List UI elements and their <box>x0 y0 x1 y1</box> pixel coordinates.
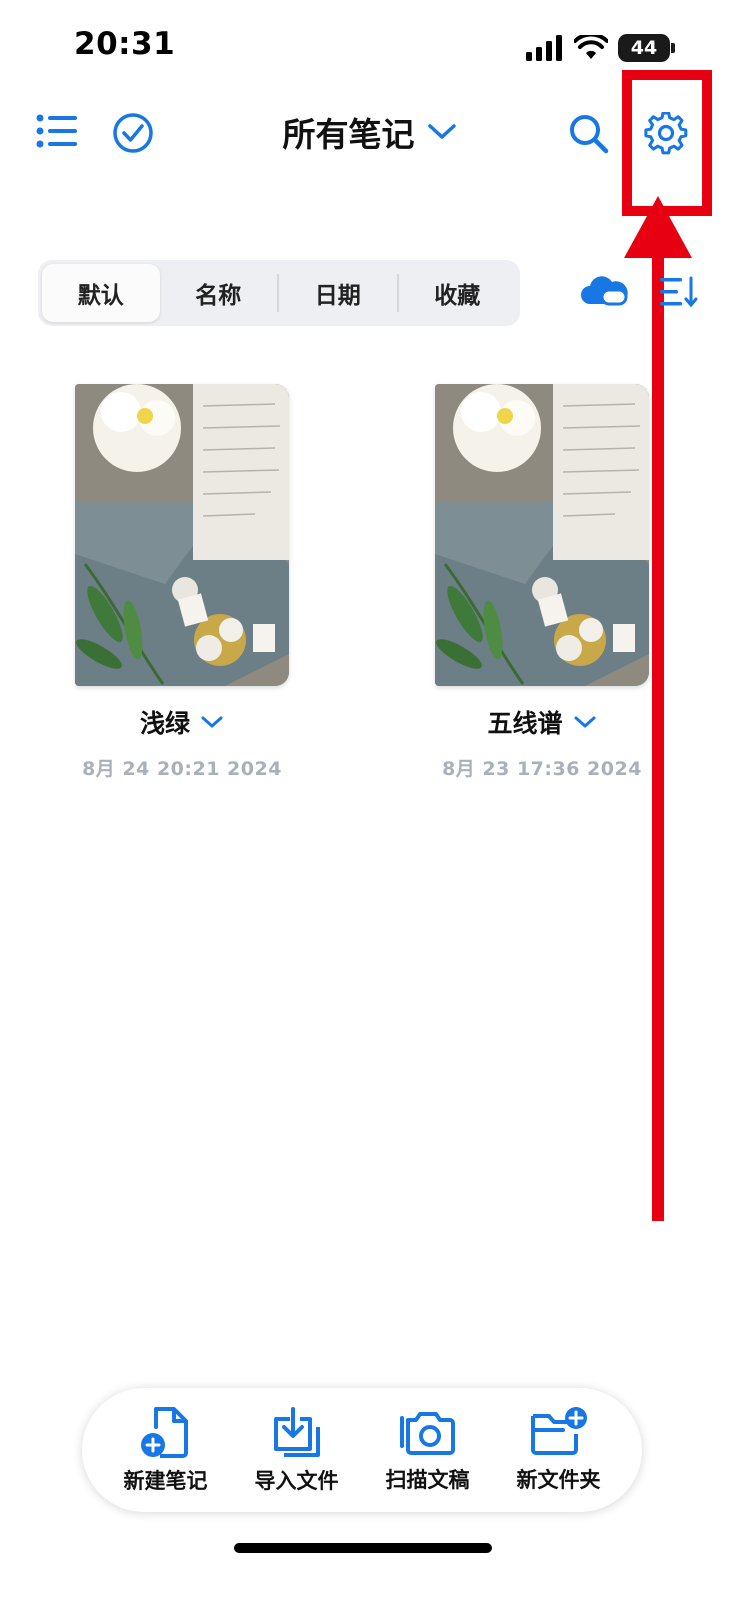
cloud-sync-icon[interactable] <box>580 274 628 308</box>
note-cover-image <box>75 384 289 686</box>
chevron-down-icon[interactable] <box>573 714 597 730</box>
annotation-arrow-head <box>624 196 692 258</box>
note-thumbnail[interactable] <box>75 384 289 686</box>
status-time: 20:31 <box>74 26 176 62</box>
battery-indicator: 44 <box>618 34 670 62</box>
scan-document-button[interactable]: 扫描文稿 <box>368 1406 488 1494</box>
page-title: 所有笔记 <box>282 115 415 154</box>
chevron-down-icon[interactable] <box>200 714 224 730</box>
note-card[interactable]: 五线谱 8月 23 17:36 2024 <box>417 384 667 781</box>
note-date: 8月 24 20:21 2024 <box>82 758 282 780</box>
bottom-toolbar: 新建笔记 导入文件 扫描文稿 新文件夹 <box>82 1388 642 1512</box>
note-date: 8月 23 17:36 2024 <box>442 758 642 780</box>
note-title: 浅绿 <box>139 709 190 738</box>
search-icon[interactable] <box>568 113 610 155</box>
camera-scan-icon <box>399 1412 455 1455</box>
signal-icon <box>526 35 562 61</box>
sort-order-icon[interactable] <box>660 276 700 308</box>
new-note-label: 新建笔记 <box>123 1469 208 1493</box>
note-title-row[interactable]: 五线谱 <box>417 704 667 740</box>
status-icons: 44 <box>526 34 675 62</box>
import-file-label: 导入文件 <box>254 1469 339 1493</box>
new-folder-button[interactable]: 新文件夹 <box>499 1406 619 1494</box>
home-indicator <box>234 1543 492 1553</box>
note-thumbnail[interactable] <box>435 384 649 686</box>
chevron-down-icon <box>427 124 456 139</box>
note-cover-image <box>435 384 649 686</box>
sort-tab-default[interactable]: 默认 <box>42 264 160 322</box>
sort-segmented-control: 默认 名称 日期 收藏 <box>38 260 520 326</box>
sort-tab-name[interactable]: 名称 <box>160 264 278 322</box>
new-folder-label: 新文件夹 <box>516 1468 601 1492</box>
note-title: 五线谱 <box>487 709 563 738</box>
scan-document-label: 扫描文稿 <box>385 1468 470 1492</box>
battery-nub <box>671 43 675 53</box>
annotation-highlight-box <box>622 70 712 216</box>
import-file-button[interactable]: 导入文件 <box>237 1405 357 1495</box>
import-icon <box>273 1407 320 1457</box>
new-note-icon <box>140 1407 188 1458</box>
note-card[interactable]: 浅绿 8月 24 20:21 2024 <box>57 384 307 781</box>
new-folder-icon <box>530 1407 587 1455</box>
wifi-icon <box>574 35 608 59</box>
sort-tab-favorites[interactable]: 收藏 <box>399 264 517 322</box>
new-note-button[interactable]: 新建笔记 <box>106 1405 226 1495</box>
note-title-row[interactable]: 浅绿 <box>57 704 307 740</box>
sort-tab-date[interactable]: 日期 <box>279 264 397 322</box>
